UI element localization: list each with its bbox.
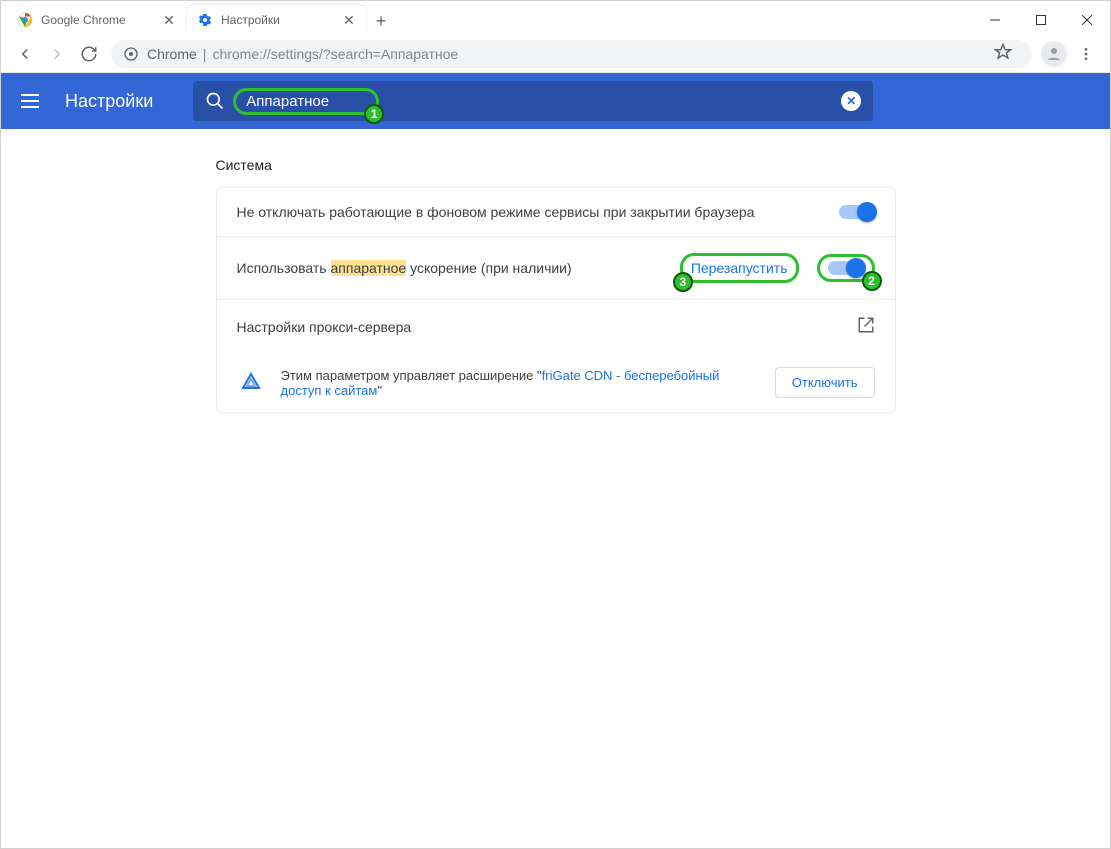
settings-header: Настройки 1 ✕: [1, 73, 1110, 129]
settings-content: Система Не отключать работающие в фоново…: [1, 129, 1110, 848]
minimize-button[interactable]: [972, 5, 1018, 35]
tab-settings[interactable]: Настройки ✕: [187, 5, 367, 35]
row-label: Настройки прокси-сервера: [237, 319, 857, 335]
back-button[interactable]: [9, 38, 41, 70]
close-icon[interactable]: ✕: [161, 12, 177, 28]
toggle-annotation: 2: [817, 254, 875, 282]
row-hardware-acceleration: Использовать аппаратное ускорение (при н…: [217, 236, 895, 299]
external-link-icon: [857, 316, 875, 337]
search-highlight-pill: 1: [233, 88, 379, 115]
tab-strip: Google Chrome ✕ Настройки ✕ +: [1, 1, 972, 35]
restart-annotation: Перезапустить 3: [680, 253, 799, 283]
close-icon[interactable]: ✕: [341, 12, 357, 28]
search-highlight: аппаратное: [331, 260, 407, 276]
row-label: Использовать аппаратное ускорение (при н…: [237, 260, 680, 276]
url-path: chrome://settings/?search=Аппаратное: [212, 46, 458, 62]
annotation-badge-3: 3: [673, 272, 693, 292]
row-proxy-settings[interactable]: Настройки прокси-сервера: [217, 299, 895, 353]
new-tab-button[interactable]: +: [367, 7, 395, 35]
row-background-services: Не отключать работающие в фоновом режиме…: [217, 188, 895, 236]
toggle-background-services[interactable]: [839, 205, 875, 219]
reload-button[interactable]: [73, 38, 105, 70]
menu-button[interactable]: [1070, 38, 1102, 70]
profile-button[interactable]: [1038, 38, 1070, 70]
avatar-icon: [1041, 41, 1067, 67]
restart-button[interactable]: Перезапустить: [691, 260, 788, 276]
url-host: Chrome: [147, 46, 197, 62]
system-card: Не отключать работающие в фоновом режиме…: [216, 187, 896, 413]
annotation-badge-2: 2: [862, 271, 882, 291]
maximize-button[interactable]: [1018, 5, 1064, 35]
window-controls: [972, 5, 1110, 35]
close-window-button[interactable]: [1064, 5, 1110, 35]
chrome-icon: [17, 12, 33, 28]
hamburger-icon[interactable]: [21, 89, 45, 113]
forward-button[interactable]: [41, 38, 73, 70]
extension-icon: [237, 369, 265, 397]
tab-google-chrome[interactable]: Google Chrome ✕: [7, 5, 187, 35]
browser-window: Google Chrome ✕ Настройки ✕ +: [0, 0, 1111, 849]
titlebar: Google Chrome ✕ Настройки ✕ +: [1, 1, 1110, 35]
search-input[interactable]: [246, 93, 366, 110]
tab-title: Google Chrome: [41, 13, 161, 27]
section-title: Система: [216, 157, 896, 173]
row-extension-notice: Этим параметром управляет расширение "fr…: [217, 353, 895, 412]
extension-notice-text: Этим параметром управляет расширение "fr…: [281, 368, 759, 398]
tab-title: Настройки: [221, 13, 341, 27]
chrome-page-icon: [123, 46, 139, 62]
gear-icon: [197, 12, 213, 28]
settings-search[interactable]: 1 ✕: [193, 81, 873, 121]
address-bar[interactable]: Chrome | chrome://settings/?search=Аппар…: [111, 40, 1032, 68]
annotation-badge-1: 1: [364, 104, 384, 124]
bookmark-icon[interactable]: [994, 43, 1020, 64]
search-icon: [205, 91, 225, 111]
disable-extension-button[interactable]: Отключить: [775, 367, 875, 398]
toggle-hardware-acceleration[interactable]: [828, 261, 864, 275]
clear-search-button[interactable]: ✕: [841, 91, 861, 111]
row-label: Не отключать работающие в фоновом режиме…: [237, 204, 839, 220]
toolbar: Chrome | chrome://settings/?search=Аппар…: [1, 35, 1110, 73]
settings-title: Настройки: [65, 91, 153, 112]
